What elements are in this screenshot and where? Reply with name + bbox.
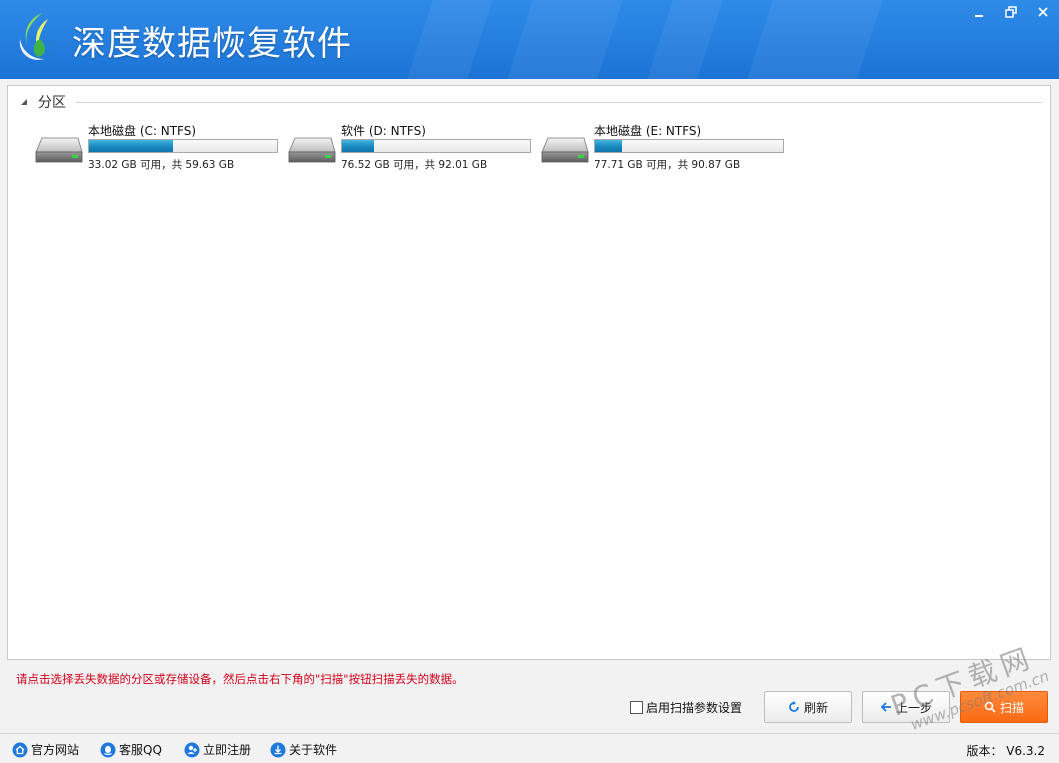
- home-icon: [12, 742, 28, 758]
- status-bar: 官方网站 客服QQ 立即注册 关于软件 版本： V6.3.2: [0, 733, 1059, 763]
- drive-space-info: 77.71 GB 可用，共 90.87 GB: [594, 159, 741, 171]
- partition-panel: 分区 本地磁盘 (C: NTFS) 33.02 GB 可用，共 59.63 GB: [7, 85, 1051, 660]
- arrow-left-icon: [880, 701, 892, 713]
- drive-name: 软件 (D: NTFS): [341, 124, 426, 138]
- instruction-hint: 请点击选择丢失数据的分区或存储设备，然后点击右下角的"扫描"按钮扫描丢失的数据。: [16, 672, 464, 686]
- drive-space-info: 33.02 GB 可用，共 59.63 GB: [88, 159, 235, 171]
- title-bar: 深度数据恢复软件: [0, 0, 1059, 79]
- section-label: 分区: [38, 95, 66, 111]
- restore-icon: [1005, 6, 1017, 18]
- refresh-label: 刷新: [803, 700, 828, 715]
- search-icon: [984, 701, 996, 713]
- title-decoration: [407, 0, 493, 79]
- title-decoration: [747, 0, 883, 79]
- official-site-label: 官方网站: [31, 743, 80, 757]
- scan-label: 扫描: [999, 700, 1024, 715]
- support-qq-link[interactable]: 客服QQ: [100, 741, 162, 758]
- register-label: 立即注册: [203, 743, 252, 757]
- drive-name: 本地磁盘 (E: NTFS): [594, 124, 702, 138]
- official-site-link[interactable]: 官方网站: [12, 741, 79, 758]
- drive-item-c[interactable]: 本地磁盘 (C: NTFS) 33.02 GB 可用，共 59.63 GB: [34, 120, 284, 172]
- drive-usage-fill: [342, 140, 374, 152]
- minimize-button[interactable]: [963, 0, 995, 24]
- close-button[interactable]: [1027, 0, 1059, 24]
- scan-button[interactable]: 扫描: [960, 691, 1048, 723]
- drive-space-info: 76.52 GB 可用，共 92.01 GB: [341, 159, 488, 171]
- refresh-button[interactable]: 刷新: [764, 691, 852, 723]
- app-logo-icon: [19, 13, 52, 60]
- qq-icon: [100, 742, 116, 758]
- scan-params-option[interactable]: 启用扫描参数设置: [630, 699, 742, 716]
- minimize-icon: [975, 15, 983, 17]
- drive-usage-bar: [341, 139, 531, 153]
- refresh-icon: [788, 701, 800, 713]
- title-decoration: [647, 0, 723, 79]
- drive-item-e[interactable]: 本地磁盘 (E: NTFS) 77.71 GB 可用，共 90.87 GB: [540, 120, 790, 172]
- version-label: 版本： V6.3.2: [966, 744, 1045, 758]
- drive-name: 本地磁盘 (C: NTFS): [88, 124, 197, 138]
- support-qq-label: 客服QQ: [119, 743, 162, 757]
- scan-params-label: 启用扫描参数设置: [646, 701, 743, 715]
- collapse-triangle-icon[interactable]: [20, 97, 30, 107]
- user-add-icon: [184, 742, 200, 758]
- hard-disk-icon: [541, 137, 589, 163]
- drive-usage-bar: [88, 139, 278, 153]
- scan-params-checkbox[interactable]: [630, 701, 643, 714]
- about-label: 关于软件: [289, 743, 338, 757]
- hard-disk-icon: [288, 137, 336, 163]
- hard-disk-icon: [35, 137, 83, 163]
- drive-usage-fill: [595, 140, 623, 152]
- section-divider: [76, 101, 1042, 103]
- drive-usage-fill: [89, 140, 173, 152]
- window-controls: [963, 0, 1059, 24]
- back-button[interactable]: 上一步: [862, 691, 950, 723]
- info-download-icon: [270, 742, 286, 758]
- title-decoration: [507, 0, 623, 79]
- drive-item-d[interactable]: 软件 (D: NTFS) 76.52 GB 可用，共 92.01 GB: [287, 120, 537, 172]
- restore-button[interactable]: [995, 0, 1027, 24]
- partition-section-header[interactable]: 分区: [20, 92, 1042, 112]
- back-label: 上一步: [895, 700, 932, 715]
- register-link[interactable]: 立即注册: [184, 741, 251, 758]
- close-icon: [1038, 7, 1048, 17]
- app-title: 深度数据恢复软件: [72, 24, 352, 64]
- about-link[interactable]: 关于软件: [270, 741, 337, 758]
- drive-usage-bar: [594, 139, 784, 153]
